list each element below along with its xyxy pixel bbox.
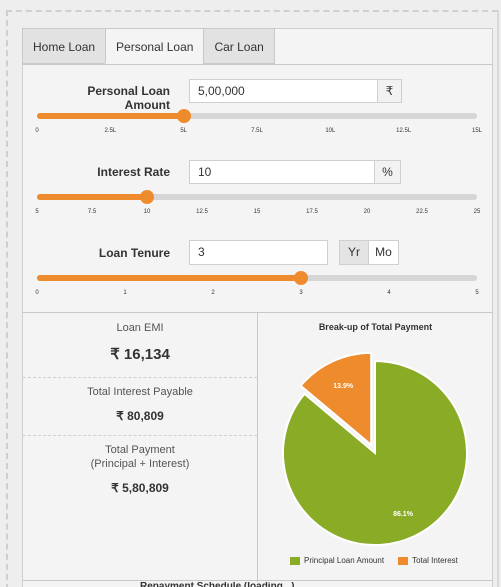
slider-tick-label: 12.5L	[396, 128, 412, 134]
interest-rate-slider-handle[interactable]	[140, 190, 154, 204]
slider-tick-label: 7.5	[87, 209, 97, 215]
interest-rate-input[interactable]: 10	[189, 160, 375, 184]
loan-tenure-input[interactable]: 3	[189, 240, 328, 265]
loan-tenure-ticks: 0 1 2 3 4 5	[35, 290, 479, 300]
loan-amount-slider-fill	[37, 113, 184, 119]
legend-label-interest: Total Interest	[412, 556, 458, 565]
slider-tick-label: 0	[35, 290, 39, 296]
loan-type-tabs: Home Loan Personal Loan Car Loan	[22, 28, 275, 64]
loan-tenure-slider[interactable]	[37, 271, 477, 285]
total-payment-value: ₹ 5,80,809	[111, 481, 169, 495]
slider-tick-label: 4	[387, 290, 391, 296]
percent-addon: %	[375, 160, 401, 184]
emi-label: Loan EMI	[116, 322, 164, 334]
slider-tick-label: 0	[35, 128, 39, 134]
slider-tick-label: 25	[473, 209, 481, 215]
tab-car-loan[interactable]: Car Loan	[203, 28, 275, 64]
interest-rate-slider[interactable]	[37, 190, 477, 204]
total-interest-value: ₹ 80,809	[116, 409, 164, 423]
results-panel: Loan EMI ₹ 16,134 Total Interest Payable…	[23, 312, 258, 582]
legend-item-principal[interactable]: Principal Loan Amount	[290, 556, 384, 565]
results-divider	[23, 377, 257, 378]
tenure-month-toggle[interactable]: Mo	[368, 240, 399, 265]
chart-title: Break-up of Total Payment	[318, 322, 433, 332]
loan-amount-ticks: 0 2.5L 5L 7.5L 10L 12.5L 15L	[35, 128, 482, 138]
loan-tenure-slider-fill	[37, 275, 301, 281]
loan-amount-input[interactable]: 5,00,000	[189, 79, 378, 103]
slider-tick-label: 20	[363, 209, 371, 215]
repayment-schedule-heading: Repayment Schedule (loading...)	[140, 582, 294, 587]
slider-tick-label: 2	[211, 290, 215, 296]
results-divider	[23, 435, 257, 436]
slider-tick-label: 15	[253, 209, 261, 215]
loan-amount-slider-handle[interactable]	[176, 109, 191, 123]
slider-tick-label: 5	[35, 209, 39, 215]
tab-personal-loan[interactable]: Personal Loan	[105, 28, 204, 64]
slider-tick-label: 3	[299, 290, 303, 296]
pie-label-principal: 86.1%	[393, 511, 414, 518]
legend-item-interest[interactable]: Total Interest	[398, 556, 458, 565]
loan-amount-label: Personal Loan Amount	[87, 84, 170, 112]
slider-tick-label: 15L	[471, 128, 483, 134]
total-payment-block: Total Payment (Principal + Interest) ₹ 5…	[23, 443, 257, 495]
total-payment-sublabel: (Principal + Interest)	[90, 458, 190, 470]
total-interest-label: Total Interest Payable	[87, 386, 193, 398]
legend-swatch-principal	[290, 556, 300, 565]
loan-tenure-slider-handle[interactable]	[294, 271, 308, 285]
slider-tick-label: 12.5	[196, 209, 208, 215]
interest-rate-label: Interest Rate	[97, 165, 170, 179]
slider-tick-label: 5	[475, 290, 479, 296]
legend-swatch-interest	[398, 556, 409, 565]
slider-tick-label: 1	[123, 290, 127, 296]
loan-tenure-label: Loan Tenure	[98, 246, 170, 260]
total-payment-label: Total Payment	[105, 444, 175, 456]
legend-label-principal: Principal Loan Amount	[304, 556, 385, 565]
slider-tick-label: 5L	[180, 128, 187, 134]
loan-amount-slider[interactable]	[37, 109, 477, 123]
rupee-addon: ₹	[378, 79, 402, 103]
scrollbar-edge	[497, 10, 499, 587]
pie-label-interest: 13.9%	[333, 383, 354, 390]
slider-tick-label: 17.5	[306, 209, 318, 215]
tab-home-loan[interactable]: Home Loan	[22, 28, 106, 64]
slider-tick-label: 10	[143, 209, 151, 215]
tenure-year-toggle[interactable]: Yr	[339, 240, 369, 265]
emi-value: ₹ 16,134	[110, 346, 170, 363]
slider-tick-label: 2.5L	[104, 128, 117, 134]
pie-chart: 13.9% 86.1%	[282, 351, 468, 546]
interest-rate-slider-fill	[37, 194, 147, 200]
interest-rate-ticks: 5 7.5 10 12.5 15 17.5 20 22.5 25	[35, 209, 480, 219]
total-interest-block: Total Interest Payable ₹ 80,809	[23, 385, 257, 423]
chart-legend: Principal Loan Amount Total Interest	[290, 556, 472, 565]
slider-tick-label: 7.5L	[251, 128, 263, 134]
section-divider	[23, 580, 493, 581]
breakup-chart: Break-up of Total Payment 13.9% 86.1%	[258, 312, 493, 582]
slider-tick-label: 22.5	[416, 209, 428, 215]
slider-tick-label: 10L	[325, 128, 336, 134]
emi-block: Loan EMI ₹ 16,134	[23, 321, 257, 363]
